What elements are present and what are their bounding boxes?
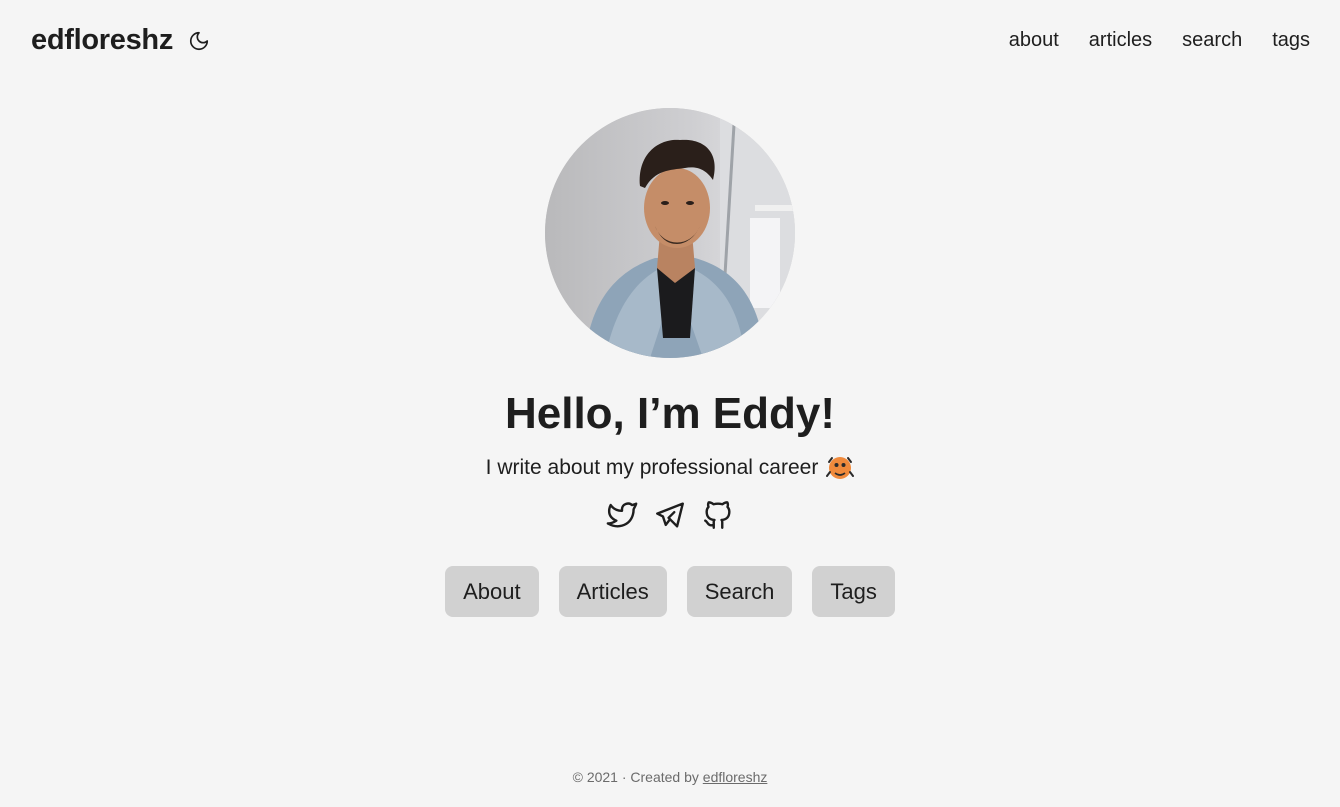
author-link[interactable]: edfloreshz: [703, 769, 768, 785]
crab-icon: [826, 454, 855, 482]
nav-tags[interactable]: tags: [1272, 29, 1310, 52]
page: edfloreshz about articles search tags He…: [0, 0, 1340, 807]
twitter-icon[interactable]: [605, 498, 639, 532]
social-links: [605, 498, 735, 532]
nav-search[interactable]: search: [1182, 29, 1242, 52]
brand-group: edfloreshz: [31, 24, 211, 57]
moon-icon[interactable]: [187, 29, 211, 53]
site-logo-link[interactable]: edfloreshz: [31, 24, 173, 57]
greeting-heading: Hello, I’m Eddy!: [504, 389, 836, 438]
quick-links: About Articles Search Tags: [445, 566, 895, 617]
copyright-text: © 2021 · Created by: [572, 769, 699, 785]
about-button[interactable]: About: [445, 566, 539, 617]
site-footer: © 2021 · Created by edfloreshz: [0, 769, 1340, 785]
nav-articles[interactable]: articles: [1089, 29, 1152, 52]
nav-about[interactable]: about: [1009, 29, 1059, 52]
tagline: I write about my professional career: [486, 454, 855, 482]
main-nav: about articles search tags: [1009, 29, 1310, 52]
articles-button[interactable]: Articles: [558, 566, 667, 617]
tags-button[interactable]: Tags: [812, 566, 895, 617]
telegram-icon[interactable]: [653, 498, 687, 532]
hero-section: Hello, I’m Eddy! I write about my profes…: [0, 108, 1340, 617]
tagline-text: I write about my professional career: [485, 456, 819, 479]
search-button[interactable]: Search: [686, 566, 793, 617]
site-header: edfloreshz about articles search tags: [0, 0, 1340, 80]
avatar: [545, 108, 795, 358]
github-icon[interactable]: [701, 498, 735, 532]
